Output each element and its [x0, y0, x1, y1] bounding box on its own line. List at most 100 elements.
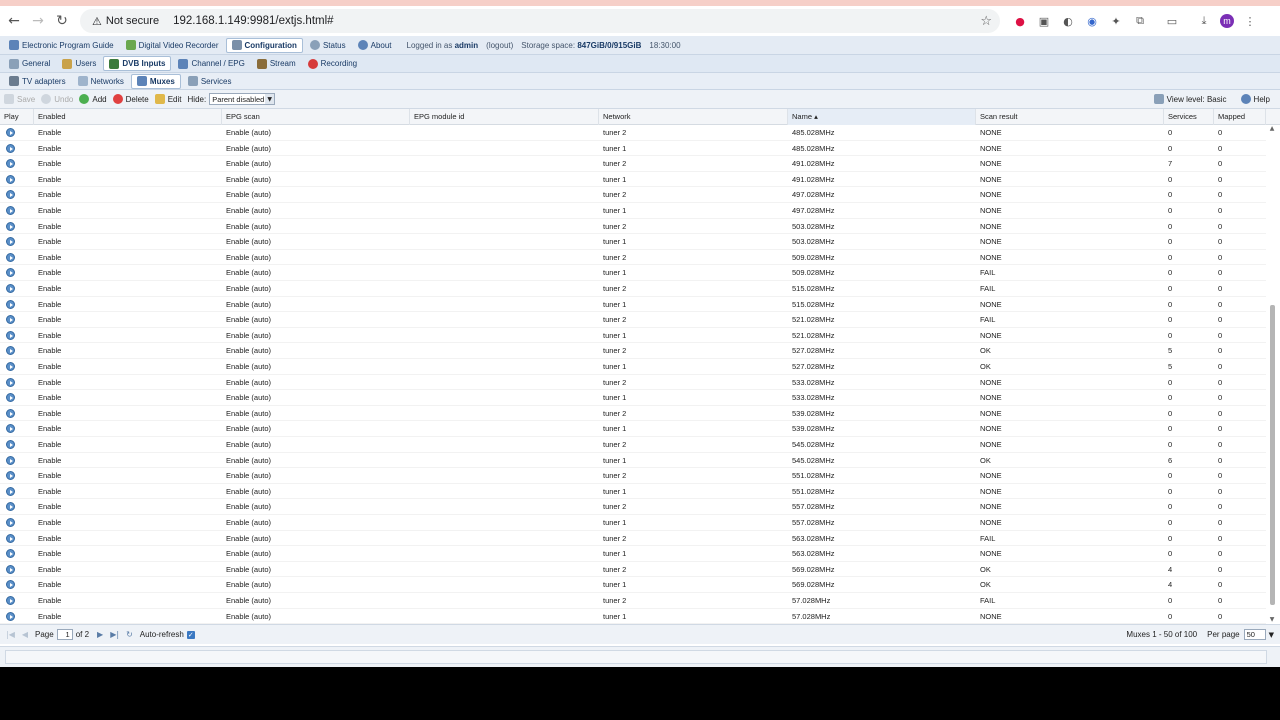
table-row[interactable]: Enable Enable (auto) tuner 1 497.028MHz NONE…	[0, 203, 1266, 219]
table-row[interactable]: Enable Enable (auto) tuner 2 551.028MHz NONE…	[0, 468, 1266, 484]
play-icon[interactable]	[6, 362, 15, 371]
play-icon[interactable]	[6, 237, 15, 247]
play-icon[interactable]	[6, 252, 15, 262]
refresh-icon[interactable]: ↻	[126, 630, 133, 639]
play-icon[interactable]	[6, 377, 15, 387]
per-page-select[interactable]: 50	[1243, 629, 1266, 640]
table-row[interactable]: Enable Enable (auto) tuner 2 57.028MHz FAIL 0…	[0, 593, 1266, 609]
help-button[interactable]: Help	[1240, 94, 1270, 104]
table-row[interactable]: Enable Enable (auto) tuner 2 527.028MHz OK 5 0	[0, 343, 1266, 359]
add-button[interactable]: Add	[79, 94, 107, 104]
tab-muxes[interactable]: Muxes	[130, 73, 181, 89]
extension-icon[interactable]: ▣	[1036, 14, 1052, 28]
first-page-icon[interactable]: |◀	[6, 630, 15, 639]
play-icon[interactable]	[6, 580, 15, 590]
table-row[interactable]: Enable Enable (auto) tuner 2 503.028MHz NONE…	[0, 219, 1266, 235]
table-row[interactable]: Enable Enable (auto) tuner 2 515.028MHz FAIL…	[0, 281, 1266, 297]
tab-dvb-inputs[interactable]: DVB Inputs	[103, 56, 172, 71]
play-icon[interactable]	[6, 268, 15, 278]
table-row[interactable]: Enable Enable (auto) tuner 2 539.028MHz NONE…	[0, 406, 1266, 422]
forward-icon[interactable]: →	[26, 9, 50, 33]
table-row[interactable]: Enable Enable (auto) tuner 1 557.028MHz NONE…	[0, 515, 1266, 531]
table-row[interactable]: Enable Enable (auto) tuner 1 503.028MHz NONE…	[0, 234, 1266, 250]
col-header-epg-module-id[interactable]: EPG module id	[410, 109, 599, 125]
table-row[interactable]: Enable Enable (auto) tuner 1 539.028MHz NONE…	[0, 421, 1266, 437]
table-row[interactable]: Enable Enable (auto) tuner 2 485.028MHz NONE…	[0, 125, 1266, 141]
tab-channel-epg[interactable]: Channel / EPG	[173, 56, 249, 71]
tab-general[interactable]: General	[4, 56, 55, 71]
tab-services[interactable]: Services	[183, 74, 237, 89]
table-row[interactable]: Enable Enable (auto) tuner 1 515.028MHz NONE…	[0, 297, 1266, 313]
logout-link[interactable]: (logout)	[486, 41, 513, 50]
save-button[interactable]: Save	[4, 94, 35, 104]
play-icon[interactable]	[6, 346, 15, 356]
play-icon[interactable]	[6, 315, 15, 325]
last-page-icon[interactable]: ▶|	[110, 630, 119, 639]
menu-icon[interactable]: ⋮	[1242, 14, 1258, 28]
table-row[interactable]: Enable Enable (auto) tuner 2 569.028MHz OK 4 0	[0, 562, 1266, 578]
scroll-down-icon[interactable]: ▼	[1268, 616, 1276, 624]
tab-dvr[interactable]: Digital Video Recorder	[121, 38, 224, 53]
extension-icon[interactable]: ◐	[1060, 14, 1076, 28]
table-row[interactable]: Enable Enable (auto) tuner 1 485.028MHz NONE…	[0, 141, 1266, 157]
url-text[interactable]: 192.168.1.149:9981/extjs.html#	[173, 15, 333, 27]
tab-recording[interactable]: Recording	[303, 56, 362, 71]
play-icon[interactable]	[6, 159, 15, 169]
back-icon[interactable]: ←	[2, 9, 26, 33]
table-row[interactable]: Enable Enable (auto) tuner 2 521.028MHz FAIL…	[0, 312, 1266, 328]
play-icon[interactable]	[6, 299, 15, 309]
table-row[interactable]: Enable Enable (auto) tuner 2 491.028MHz NONE…	[0, 156, 1266, 172]
table-row[interactable]: Enable Enable (auto) tuner 1 545.028MHz OK 6 0	[0, 453, 1266, 469]
play-icon[interactable]	[6, 455, 15, 465]
table-row[interactable]: Enable Enable (auto) tuner 1 569.028MHz OK 4 0	[0, 577, 1266, 593]
tab-about[interactable]: About	[353, 38, 397, 53]
extension-icon[interactable]: ✦	[1108, 14, 1124, 28]
tab-tv-adapters[interactable]: TV adapters	[4, 74, 71, 89]
tab-configuration[interactable]: Configuration	[225, 37, 303, 53]
col-header-network[interactable]: Network	[599, 109, 788, 125]
tab-stream[interactable]: Stream	[252, 56, 301, 71]
security-chip[interactable]: ⚠ Not secure	[86, 11, 165, 31]
table-row[interactable]: Enable Enable (auto) tuner 1 551.028MHz NONE…	[0, 484, 1266, 500]
col-header-name[interactable]: Name ▴	[788, 109, 976, 125]
auto-refresh-checkbox[interactable]: ✓	[186, 630, 195, 639]
table-row[interactable]: Enable Enable (auto) tuner 1 509.028MHz FAIL…	[0, 265, 1266, 281]
col-header-epg-scan[interactable]: EPG scan	[222, 109, 410, 125]
tab-status[interactable]: Status	[305, 38, 351, 53]
table-row[interactable]: Enable Enable (auto) tuner 1 563.028MHz NONE…	[0, 546, 1266, 562]
play-icon[interactable]	[6, 424, 15, 434]
table-row[interactable]: Enable Enable (auto) tuner 2 497.028MHz NONE…	[0, 187, 1266, 203]
chevron-down-icon[interactable]: ▼	[1269, 631, 1274, 639]
table-row[interactable]: Enable Enable (auto) tuner 1 491.028MHz NONE…	[0, 172, 1266, 188]
col-header-play[interactable]: Play	[0, 109, 34, 125]
extension-icon[interactable]: ●	[1012, 14, 1028, 28]
next-page-icon[interactable]: ▶	[97, 630, 103, 639]
play-icon[interactable]	[6, 549, 15, 559]
table-row[interactable]: Enable Enable (auto) tuner 2 509.028MHz NONE…	[0, 250, 1266, 266]
table-row[interactable]: Enable Enable (auto) tuner 2 557.028MHz NONE…	[0, 499, 1266, 515]
play-icon[interactable]	[6, 174, 15, 184]
col-header-services[interactable]: Services	[1164, 109, 1214, 125]
edit-button[interactable]: Edit	[154, 94, 182, 104]
play-icon[interactable]	[6, 596, 15, 605]
delete-button[interactable]: Delete	[112, 94, 149, 104]
play-icon[interactable]	[6, 284, 15, 293]
puzzle-icon[interactable]: ⧉	[1132, 14, 1148, 28]
scroll-up-icon[interactable]: ▲	[1268, 125, 1276, 133]
play-icon[interactable]	[6, 221, 15, 231]
undo-button[interactable]: Undo	[41, 94, 73, 104]
vertical-scrollbar[interactable]: ▲ ▼	[1268, 125, 1276, 624]
col-header-mapped[interactable]: Mapped	[1214, 109, 1266, 125]
bookmark-star-icon[interactable]: ☆	[980, 14, 992, 29]
extension-icon[interactable]: ◉	[1084, 14, 1100, 28]
play-icon[interactable]	[6, 533, 15, 543]
reload-icon[interactable]: ↻	[50, 9, 74, 33]
col-header-enabled[interactable]: Enabled	[34, 109, 222, 125]
table-row[interactable]: Enable Enable (auto) tuner 1 533.028MHz NONE…	[0, 390, 1266, 406]
table-row[interactable]: Enable Enable (auto) tuner 2 563.028MHz FAIL…	[0, 531, 1266, 547]
play-icon[interactable]	[6, 393, 15, 403]
prev-page-icon[interactable]: ◀	[22, 630, 28, 639]
tab-networks[interactable]: Networks	[73, 74, 129, 89]
page-input[interactable]: 1	[56, 629, 73, 640]
table-row[interactable]: Enable Enable (auto) tuner 1 521.028MHz NONE…	[0, 328, 1266, 344]
